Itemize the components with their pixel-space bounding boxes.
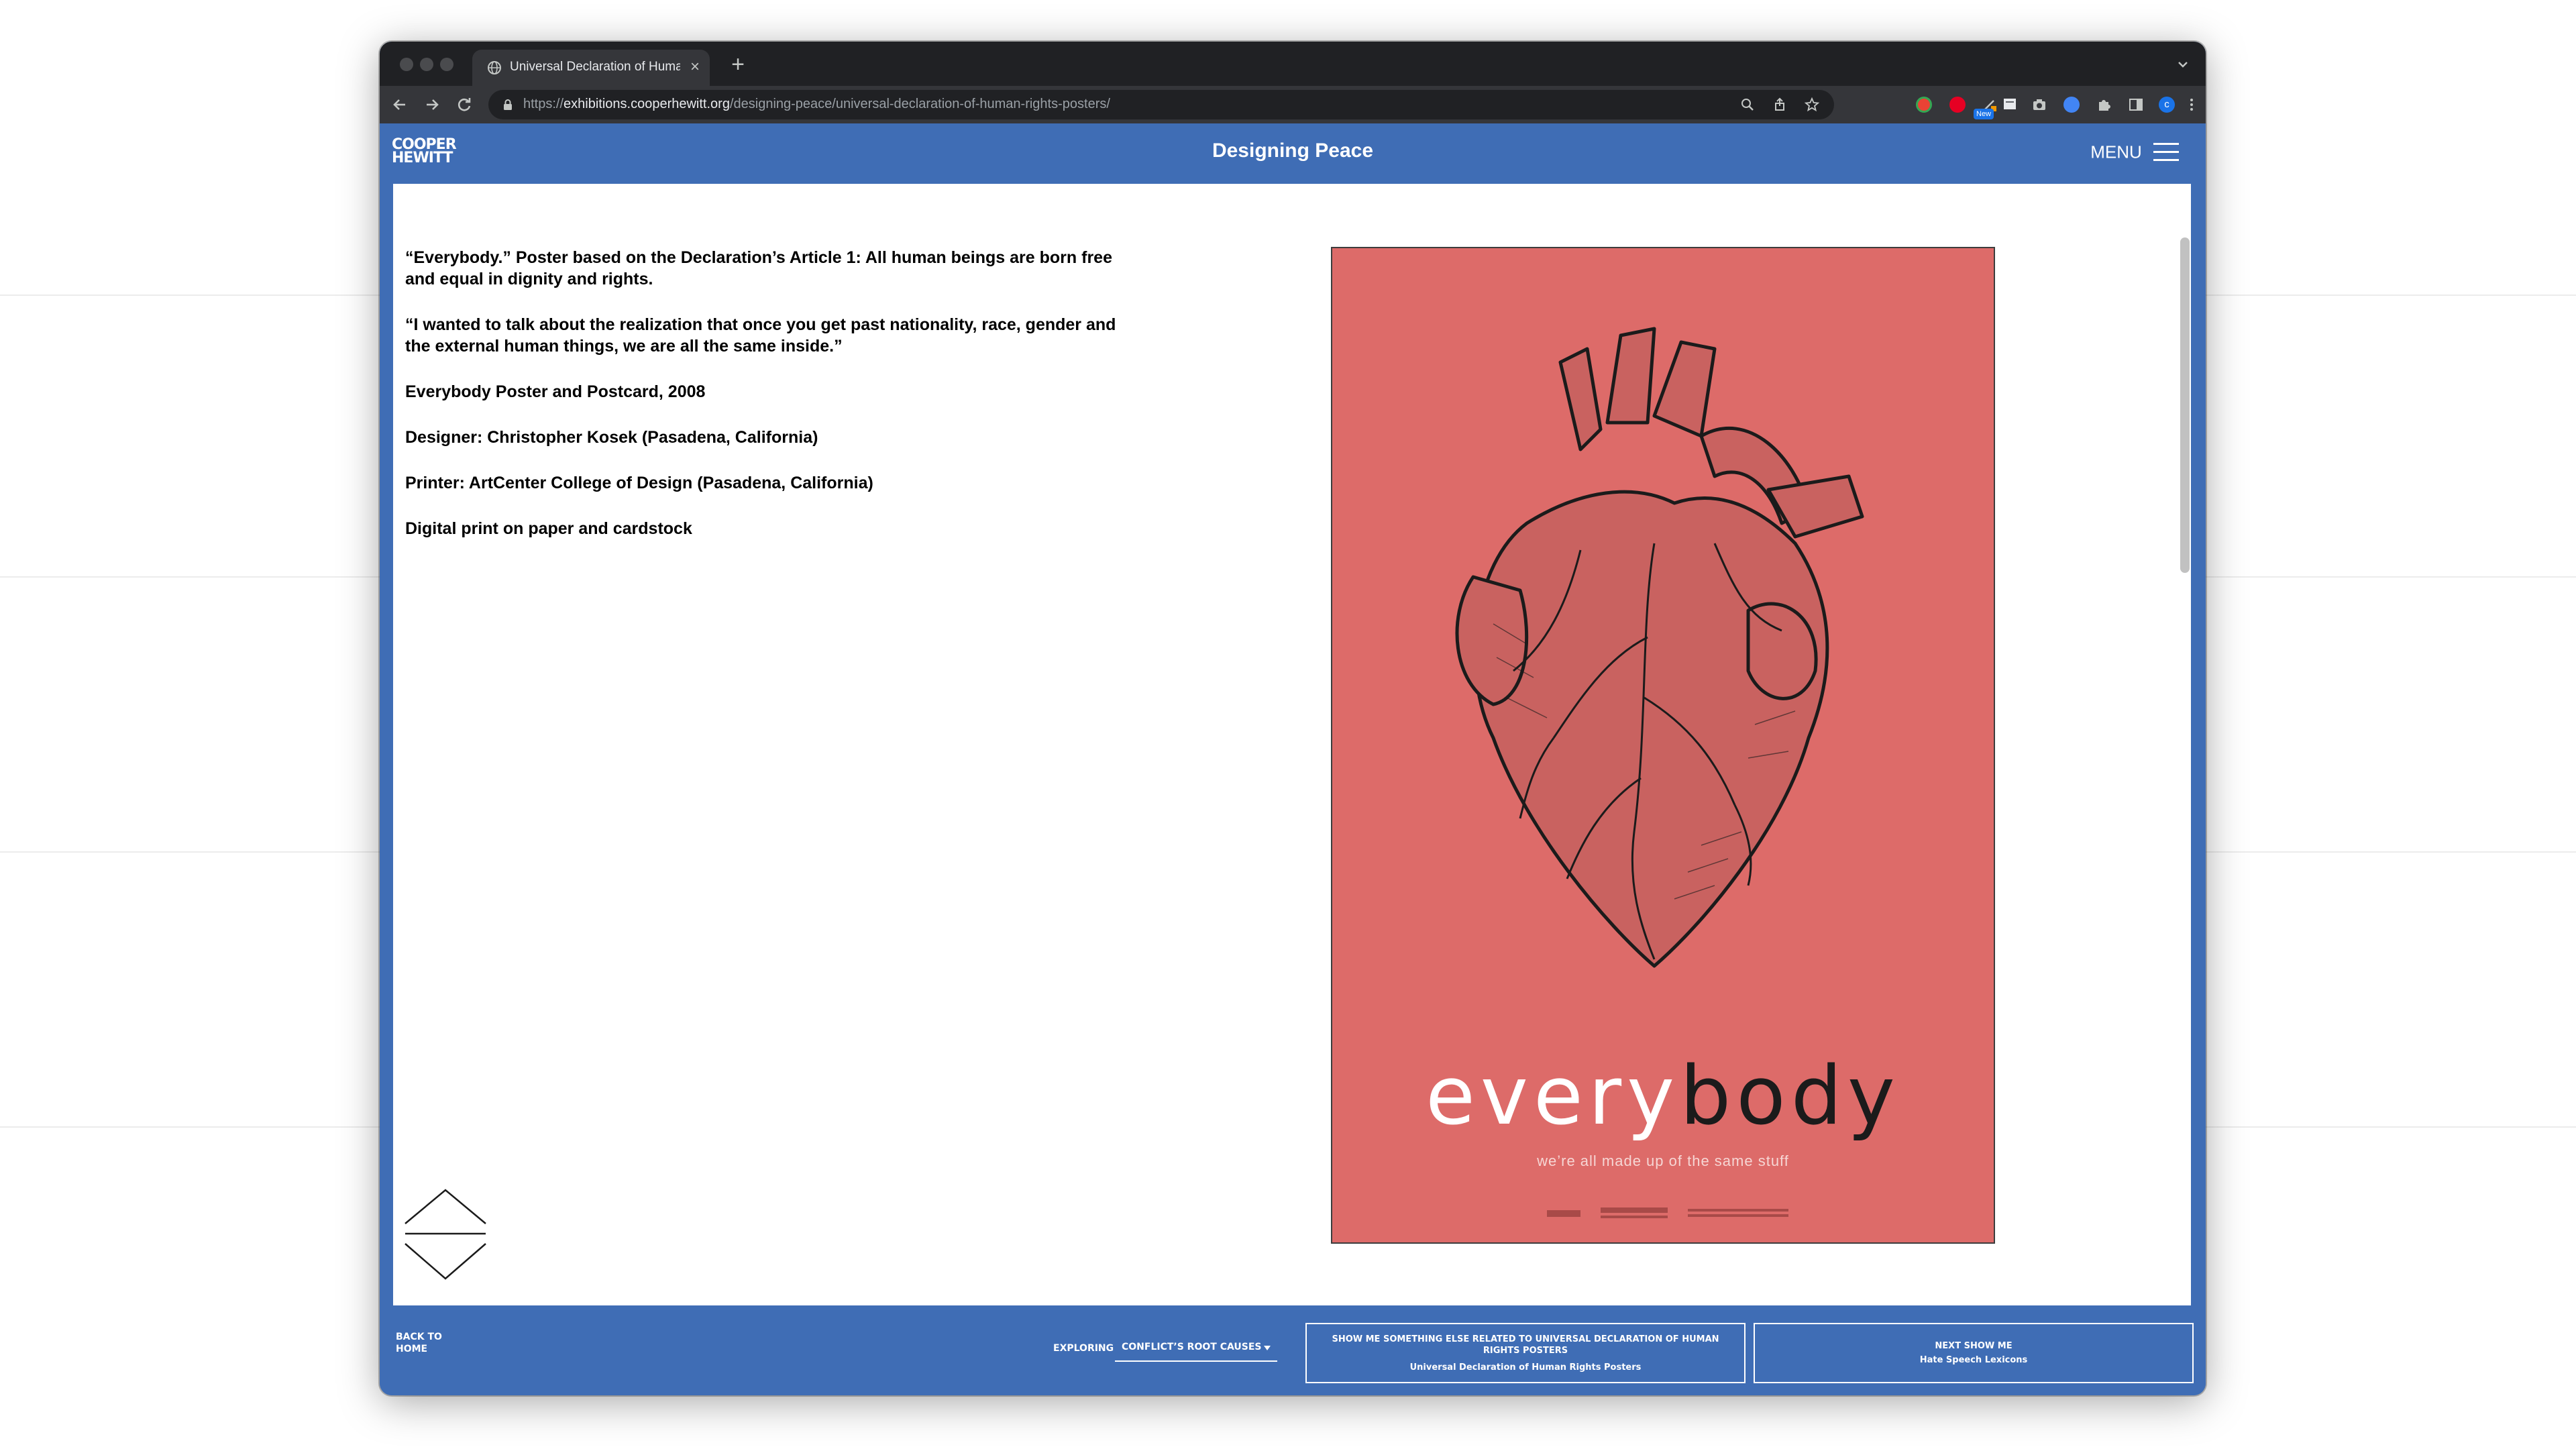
- browser-tab[interactable]: Universal Declaration of Human Rights Po…: [472, 50, 710, 86]
- new-badge: New: [1974, 109, 1994, 119]
- globe-icon: [488, 61, 501, 74]
- poster-tagline: we’re all made up of the same stuff: [1537, 1152, 1789, 1169]
- browser-window: Universal Declaration of Human Rights Po…: [380, 42, 2206, 1395]
- browser-titlebar: Universal Declaration of Human Rights Po…: [380, 42, 2206, 86]
- exploring-label: EXPLORING: [1053, 1343, 1114, 1354]
- zoom-icon[interactable]: [1740, 97, 1755, 112]
- description-paragraph: “I wanted to talk about the realization …: [405, 315, 1116, 356]
- extension-icon-2[interactable]: [2063, 97, 2080, 113]
- hamburger-icon: [2153, 143, 2179, 162]
- back-to-home-link[interactable]: BACK TO HOME: [396, 1331, 476, 1355]
- page-scrollbar[interactable]: [2180, 237, 2190, 573]
- extension-icon-1[interactable]: [1916, 97, 1932, 113]
- puzzle-icon[interactable]: [2096, 97, 2112, 113]
- share-icon[interactable]: [1772, 97, 1787, 112]
- description-paragraph: “Everybody.” Poster based on the Declara…: [405, 248, 1112, 288]
- medium-credit: Digital print on paper and cardstock: [405, 519, 692, 538]
- printer-credit: Printer: ArtCenter College of Design (Pa…: [405, 474, 873, 492]
- tab-title: Universal Declaration of Human Rights Po…: [510, 60, 680, 74]
- site-footer: BACK TO HOME EXPLORING CONFLICT’S ROOT C…: [380, 1305, 2206, 1395]
- poster-sponsor-logos: [1547, 1208, 1788, 1218]
- object-description: “Everybody.” Poster based on the Declara…: [405, 247, 1143, 564]
- menu-label: MENU: [2090, 142, 2142, 162]
- designer-credit: Designer: Christopher Kosek (Pasadena, C…: [405, 428, 818, 447]
- object-title: Everybody Poster and Postcard, 2008: [405, 382, 706, 401]
- caret-down-icon: [1264, 1346, 1271, 1350]
- back-arrow-icon[interactable]: [389, 94, 411, 115]
- address-bar[interactable]: https://exhibitions.cooperhewitt.org/des…: [488, 90, 1834, 119]
- show-related-button[interactable]: SHOW ME SOMETHING ELSE RELATED TO UNIVER…: [1305, 1323, 1746, 1383]
- pinterest-icon[interactable]: [1949, 97, 1966, 113]
- url-text: https://exhibitions.cooperhewitt.org/des…: [523, 97, 1110, 111]
- close-icon[interactable]: ×: [686, 58, 704, 76]
- exploring-theme-select[interactable]: CONFLICT’S ROOT CAUSES: [1115, 1338, 1277, 1362]
- reload-icon[interactable]: [453, 94, 475, 115]
- window-minimize-button[interactable]: [420, 58, 433, 71]
- bookmark-star-icon[interactable]: [1805, 97, 1819, 112]
- lock-icon[interactable]: [500, 97, 515, 112]
- sidebar-icon[interactable]: [2128, 97, 2144, 113]
- kebab-menu-icon[interactable]: [2187, 97, 2196, 113]
- window-zoom-button[interactable]: [440, 58, 453, 71]
- new-tab-button[interactable]: +: [727, 53, 749, 76]
- forward-arrow-icon[interactable]: [421, 94, 443, 115]
- diamond-nav-icon[interactable]: [402, 1189, 488, 1283]
- site-title: Designing Peace: [1212, 140, 1374, 162]
- exploring-theme-value: CONFLICT’S ROOT CAUSES: [1122, 1342, 1262, 1352]
- notes-icon[interactable]: [2002, 97, 2018, 113]
- content-panel: “Everybody.” Poster based on the Declara…: [393, 184, 2191, 1305]
- poster-headline: everybody: [1426, 1050, 1900, 1143]
- browser-toolbar: https://exhibitions.cooperhewitt.org/des…: [380, 86, 2206, 123]
- chevron-down-icon[interactable]: [2174, 55, 2192, 74]
- anatomical-heart-illustration: [1455, 327, 1864, 968]
- window-close-button[interactable]: [400, 58, 413, 71]
- camera-icon[interactable]: [2031, 97, 2047, 113]
- next-show-me-button[interactable]: NEXT SHOW ME Hate Speech Lexicons: [1754, 1323, 2194, 1383]
- everybody-poster-image[interactable]: everybody we’re all made up of the same …: [1331, 247, 1995, 1244]
- menu-button[interactable]: MENU: [2090, 141, 2179, 164]
- profile-avatar[interactable]: c: [2159, 97, 2175, 113]
